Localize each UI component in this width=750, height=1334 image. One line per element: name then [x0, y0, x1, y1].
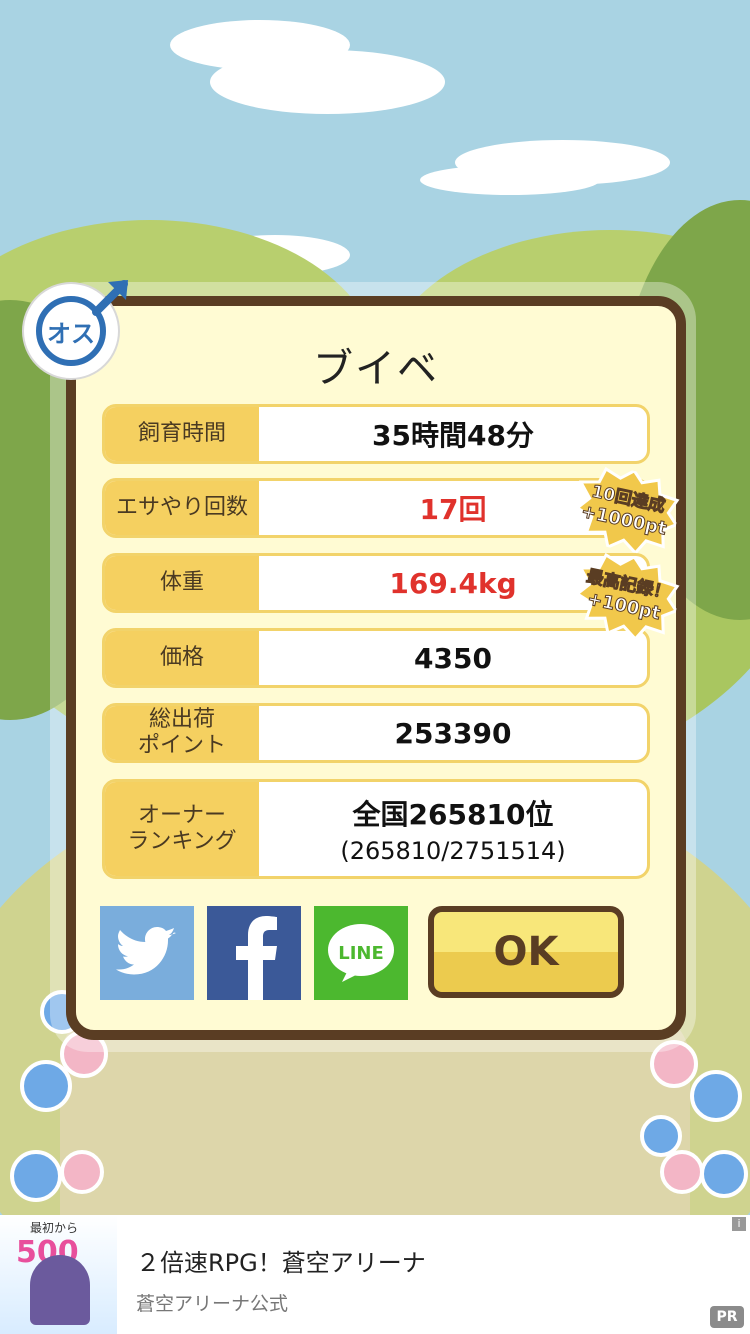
facebook-icon: [236, 916, 277, 1000]
result-panel: ブイベ 飼育時間 35時間48分 エサやり回数 17回 体重 169.4kg 価…: [66, 296, 686, 1040]
stat-row-breeding-time: 飼育時間 35時間48分: [102, 404, 650, 464]
flower: [700, 1150, 748, 1198]
twitter-icon: [116, 927, 176, 975]
stat-value: 253390: [394, 716, 512, 750]
flower: [690, 1070, 742, 1122]
facebook-share-button[interactable]: [207, 906, 301, 1000]
twitter-share-button[interactable]: [100, 906, 194, 1000]
stat-label: 総出荷 ポイント: [105, 706, 259, 760]
ad-sponsor: 蒼空アリーナ公式: [136, 1293, 289, 1315]
stat-label: エサやり回数: [105, 481, 259, 535]
pet-name: ブイベ: [313, 346, 439, 392]
stat-label: 価格: [105, 631, 259, 685]
ad-pr-badge: PR: [710, 1306, 744, 1328]
stat-row-price: 価格 4350: [102, 628, 650, 688]
ad-thumbnail[interactable]: 最初から 500: [0, 1215, 117, 1334]
flower: [640, 1115, 682, 1157]
cloud: [420, 165, 600, 195]
flower: [60, 1150, 104, 1194]
ad-title[interactable]: ２倍速RPG！蒼空アリーナ: [136, 1243, 426, 1278]
stat-row-weight: 体重 169.4kg: [102, 553, 650, 613]
male-arrow-icon: [92, 280, 128, 316]
ok-button[interactable]: OK: [428, 906, 624, 998]
flower: [10, 1150, 62, 1202]
ad-character-image: [30, 1255, 90, 1325]
stat-row-shipping-points: 総出荷 ポイント 253390: [102, 703, 650, 763]
ranking-detail: (265810/2751514): [340, 837, 566, 865]
stat-value: 35時間48分: [372, 419, 534, 452]
flower: [660, 1150, 704, 1194]
ad-banner[interactable]: 最初から 500 ２倍速RPG！蒼空アリーナ 蒼空アリーナ公式 i PR: [0, 1215, 750, 1334]
line-label: LINE: [338, 942, 384, 964]
stat-row-owner-ranking: オーナー ランキング 全国265810位 (265810/2751514): [102, 779, 650, 879]
cloud: [210, 50, 445, 114]
ranking-value: 全国265810位 (265810/2751514): [259, 782, 647, 876]
line-share-button[interactable]: LINE: [314, 906, 408, 1000]
ad-info-icon[interactable]: i: [732, 1217, 746, 1231]
stat-value: 4350: [414, 641, 492, 675]
male-badge: オス: [24, 280, 128, 378]
stat-label: 体重: [105, 556, 259, 610]
stat-label: オーナー ランキング: [105, 782, 259, 876]
ranking-main: 全国265810位: [352, 798, 554, 831]
ad-thumb-small-text: 最初から: [30, 1221, 79, 1235]
stat-label: 飼育時間: [105, 407, 259, 461]
